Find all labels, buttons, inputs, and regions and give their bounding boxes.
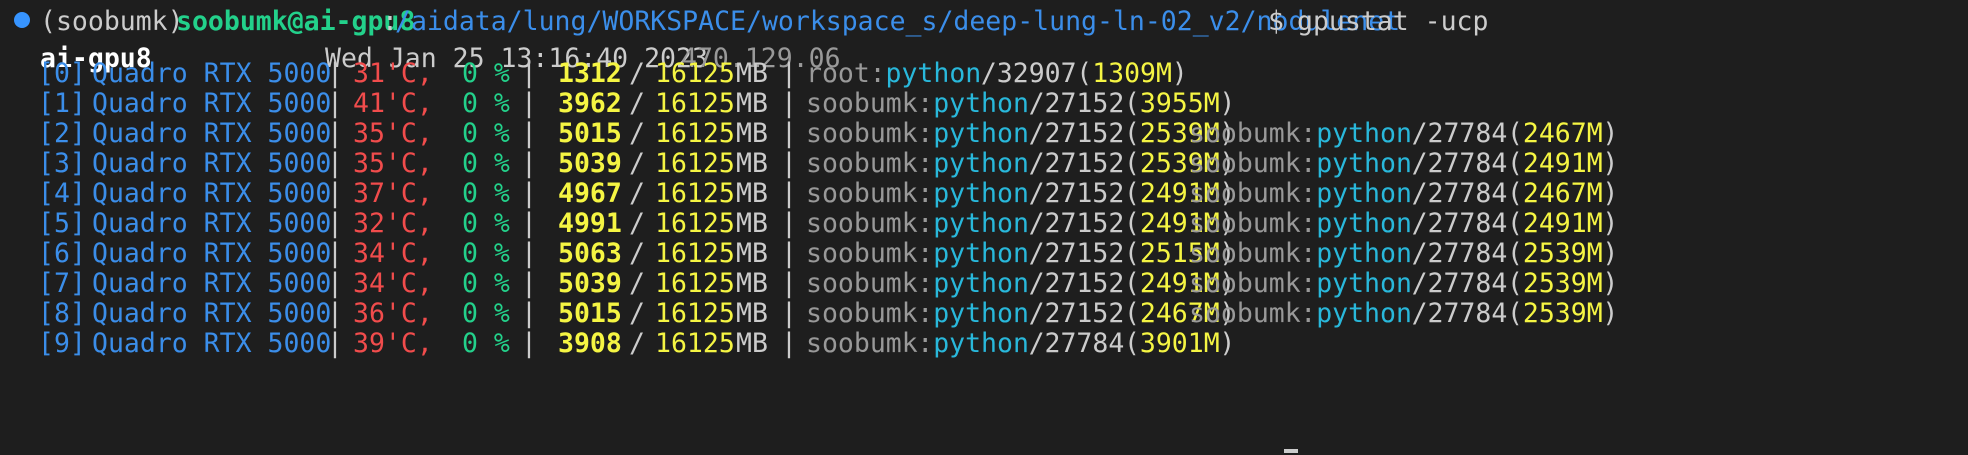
column-separator: | xyxy=(781,328,797,359)
prompt-dollar: $ xyxy=(1268,6,1284,37)
working-directory: /aidata/lung/WORKSPACE/workspace_s/deep-… xyxy=(395,6,1401,37)
process-slash: / xyxy=(1028,328,1045,359)
process-command: python xyxy=(1316,298,1412,329)
terminal-window[interactable]: (soobumk) soobumk@ai-gpu8 : /aidata/lung… xyxy=(0,0,1968,455)
terminal-cursor xyxy=(1284,449,1298,453)
process-paren-open: ( xyxy=(1124,328,1140,359)
memory-unit: MB xyxy=(736,328,768,359)
gpu-name: Quadro RTX 5000 xyxy=(92,328,332,359)
process-colon: : xyxy=(1300,298,1317,329)
conda-env: (soobumk) xyxy=(40,6,184,37)
user-host: soobumk@ai-gpu8 xyxy=(176,6,416,37)
process-memory: 2539M xyxy=(1522,298,1603,329)
column-separator: | xyxy=(327,328,343,359)
memory-slash: / xyxy=(629,328,645,359)
prompt-line: (soobumk) soobumk@ai-gpu8 : /aidata/lung… xyxy=(0,3,1488,41)
process-command: python xyxy=(933,328,1029,359)
gpu-temperature: 39'C, xyxy=(353,328,433,359)
process-paren-close: ) xyxy=(1219,328,1236,359)
process-user: soobumk xyxy=(806,328,918,359)
gpu-index: [9] xyxy=(38,328,86,359)
process-slash: / xyxy=(1411,298,1428,329)
process-pid: 27784 xyxy=(1044,328,1125,359)
process-colon: : xyxy=(917,328,934,359)
process-memory: 3901M xyxy=(1139,328,1220,359)
command-text[interactable]: gpustat -ucp xyxy=(1297,3,1488,41)
gpu-memory-total: 16125 xyxy=(655,328,735,359)
column-separator: | xyxy=(521,328,537,359)
process-pid: 27784 xyxy=(1427,298,1508,329)
process-paren-close: ) xyxy=(1602,298,1619,329)
gpu-utilization: 0 % xyxy=(462,328,510,359)
gpu-memory-used: 3908 xyxy=(558,328,622,359)
process-paren-open: ( xyxy=(1507,298,1523,329)
